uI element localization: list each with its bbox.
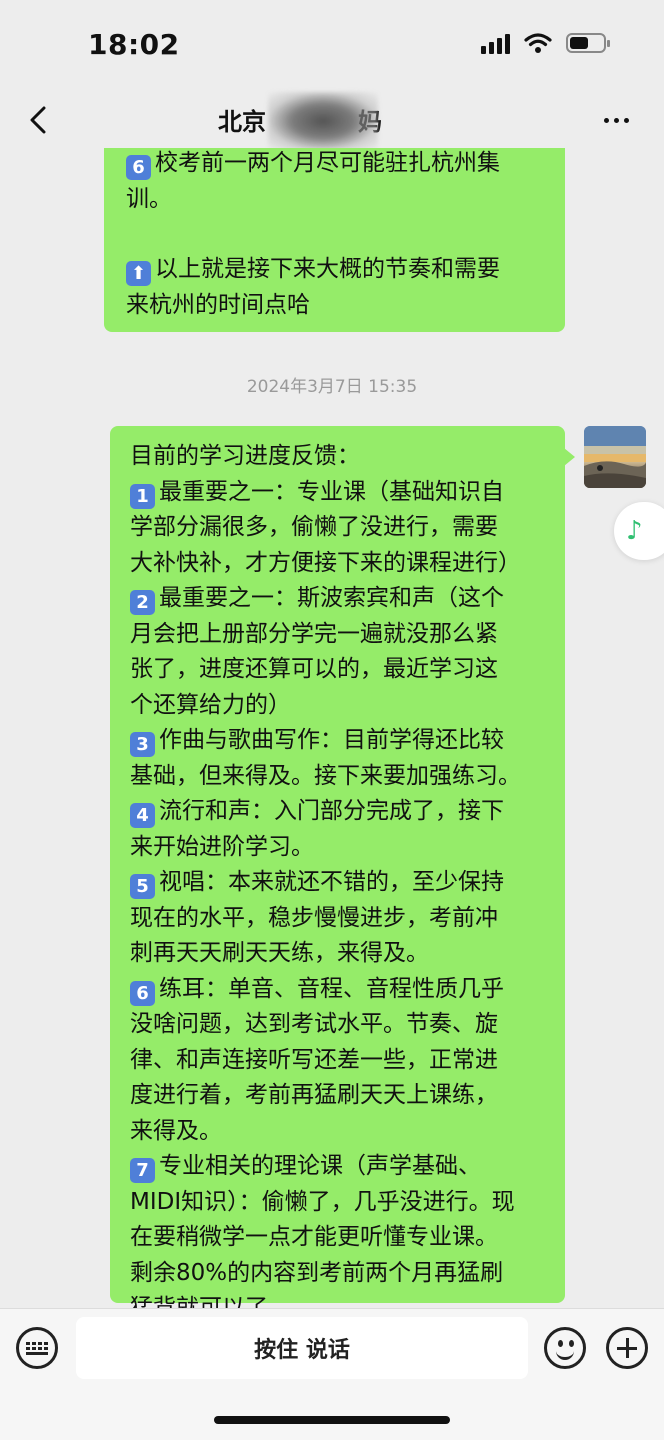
message-line: 度进行着，考前再猛刷天天上课练， — [130, 1078, 549, 1114]
message-line: 4 流行和声：入门部分完成了，接下 — [130, 794, 549, 830]
number-badge-icon: 2 — [130, 590, 155, 615]
message-line: 3 作曲与歌曲写作：目前学得还比较 — [130, 723, 549, 759]
message-line: 学部分漏很多，偷懒了没进行，需要 — [130, 510, 549, 546]
message-text: 来开始进阶学习。 — [130, 833, 314, 860]
message-text: 视唱：本来就还不错的，至少保持 — [159, 869, 504, 895]
message-text: 校考前一两个月尽可能驻扎杭州集 — [155, 150, 500, 176]
status-time: 18:02 — [88, 28, 180, 61]
home-indicator — [214, 1416, 450, 1424]
avatar-image — [584, 426, 646, 488]
message-text: 以上就是接下来大概的节奏和需要 — [155, 256, 500, 282]
up-arrow-icon: ⬆ — [126, 261, 151, 286]
message-line: 目前的学习进度反馈： — [130, 439, 549, 475]
message-line: 训。 — [126, 182, 543, 218]
more-icon — [603, 117, 609, 123]
message-bubble[interactable]: 目前的学习进度反馈： 1 最重要之一：专业课（基础知识自学部分漏很多，偷懒了没进行，… — [110, 426, 575, 1308]
message-line: 在要稍微学一点才能更听懂专业课。 — [130, 1220, 549, 1256]
number-badge-icon: 6 — [126, 155, 151, 180]
message-line: 2 最重要之一：斯波索宾和声（这个 — [130, 581, 549, 617]
number-badge-icon: 1 — [130, 483, 155, 509]
message-text: 张了，进度还算可以的，最近学习这 — [130, 656, 498, 682]
message-bubble[interactable]: 6 校考前一两个月尽可能驻扎杭州集训。 ⬆ 以上就是接下来大概的节奏和需要来杭州的时间… — [104, 148, 565, 332]
message-line: 来得及。 — [130, 1114, 549, 1150]
message-text: 猛背就可以了。 — [130, 1295, 291, 1308]
message-text: 在要稍微学一点才能更听懂专业课。 — [130, 1224, 498, 1250]
keyboard-icon — [26, 1341, 48, 1355]
message-text: 现在的水平，稳步慢慢进步，考前冲 — [130, 904, 498, 931]
message-line: 7 专业相关的理论课（声学基础、 — [130, 1149, 549, 1185]
message-timestamp: 2024年3月7日 15:35 — [246, 377, 418, 397]
message-text: 来得及。 — [130, 1117, 222, 1144]
message-text: 流行和声：入门部分完成了，接下 — [159, 798, 504, 824]
message-line: MIDI知识）：偷懒了，几乎没进行。现 — [130, 1185, 549, 1221]
message-text: 度进行着，考前再猛刷天天上课练， — [130, 1082, 498, 1108]
status-bar: 18:02 — [0, 0, 664, 92]
message-text: 律、和声连接听写还差一些，正常进 — [130, 1046, 498, 1073]
chat-title-text: 北京 — [218, 108, 266, 136]
emoji-icon — [558, 1340, 563, 1347]
message-line: 现在的水平，稳步慢慢进步，考前冲 — [130, 901, 549, 937]
message-line: 大补快补，才方便接下来的课程进行） — [130, 546, 549, 582]
message-text: 大补快补，才方便接下来的课程进行） — [130, 549, 521, 576]
message-line: 来开始进阶学习。 — [130, 830, 549, 866]
message-line: 6 校考前一两个月尽可能驻扎杭州集 — [126, 148, 543, 182]
message-text: 目前的学习进度反馈： — [130, 443, 360, 469]
number-badge-icon: 6 — [130, 980, 155, 1006]
message-line: 没啥问题，达到考试水平。节奏、旋 — [130, 1007, 549, 1043]
message-line: 剩余80%的内容到考前两个月再猛刷 — [130, 1256, 549, 1292]
message-line: 6 练耳：单音、音程、音程性质几乎 — [130, 972, 549, 1008]
message-line: 猛背就可以了。 — [130, 1291, 549, 1308]
message-text: 剩余80%的内容到考前两个月再猛刷 — [130, 1259, 504, 1286]
message-text: 来杭州的时间点哈 — [126, 291, 310, 318]
plus-button[interactable] — [606, 1327, 648, 1369]
message-line: 律、和声连接听写还差一些，正常进 — [130, 1043, 549, 1079]
message-text: 专业相关的理论课（声学基础、 — [159, 1153, 481, 1179]
message-line: 张了，进度还算可以的，最近学习这 — [130, 652, 549, 688]
number-badge-icon: 5 — [130, 874, 155, 899]
cellular-signal-icon — [481, 32, 510, 54]
message-text: 刺再天天刷天天练，来得及。 — [130, 940, 429, 966]
avatar[interactable] — [584, 426, 646, 488]
number-badge-icon: 3 — [130, 732, 155, 757]
message-text: 基础，但来得及。接下来要加强练习。 — [130, 762, 521, 789]
message-text: 训。 — [126, 185, 172, 212]
back-button[interactable] — [18, 100, 58, 140]
message-line: 来杭州的时间点哈 — [126, 288, 543, 324]
keyboard-button[interactable] — [16, 1327, 58, 1369]
message-text: 学部分漏很多，偷懒了没进行，需要 — [130, 514, 498, 540]
chat-header: 北京妈 — [0, 92, 664, 150]
status-icons — [481, 32, 610, 54]
message-line: 刺再天天刷天天练，来得及。 — [130, 936, 549, 972]
message-text: 作曲与歌曲写作：目前学得还比较 — [159, 727, 504, 753]
chat-area[interactable]: 6 校考前一两个月尽可能驻扎杭州集 训。 ⬆ 以上就是接下来大概的节奏和需要 来杭州的时间… — [0, 148, 664, 1308]
message-text: 最重要之一：专业课（基础知识自 — [159, 478, 504, 505]
number-badge-icon: 4 — [130, 803, 155, 828]
wifi-icon — [524, 33, 552, 53]
message-line: 5 视唱：本来就还不错的，至少保持 — [130, 865, 549, 901]
message-text: 练耳：单音、音程、音程性质几乎 — [159, 975, 504, 1002]
music-note-icon: ♪ — [626, 516, 643, 546]
message-text: 月会把上册部分学完一遍就没那么紧 — [130, 620, 498, 647]
number-badge-icon: 7 — [130, 1158, 155, 1183]
message-line: 基础，但来得及。接下来要加强练习。 — [130, 759, 549, 795]
message-text: 没啥问题，达到考试水平。节奏、旋 — [130, 1011, 498, 1037]
message-line: 1 最重要之一：专业课（基础知识自 — [130, 475, 549, 511]
message-line: 月会把上册部分学完一遍就没那么紧 — [130, 617, 549, 653]
chevron-left-icon — [30, 106, 46, 134]
redacted-name-blur — [268, 92, 378, 150]
message-text: 最重要之一：斯波索宾和声（这个 — [159, 585, 504, 611]
message-text: 个还算给力的） — [130, 691, 291, 718]
battery-icon — [566, 33, 610, 53]
message-line: ⬆ 以上就是接下来大概的节奏和需要 — [126, 252, 543, 288]
message-line: 个还算给力的） — [130, 688, 549, 724]
floating-music-button[interactable]: ♪ — [614, 502, 664, 560]
more-button[interactable] — [596, 104, 636, 136]
emoji-button[interactable] — [544, 1327, 586, 1369]
message-text: MIDI知识）：偷懒了，几乎没进行。现 — [130, 1188, 515, 1215]
hold-to-talk-button[interactable]: 按住 说话 — [76, 1317, 528, 1379]
